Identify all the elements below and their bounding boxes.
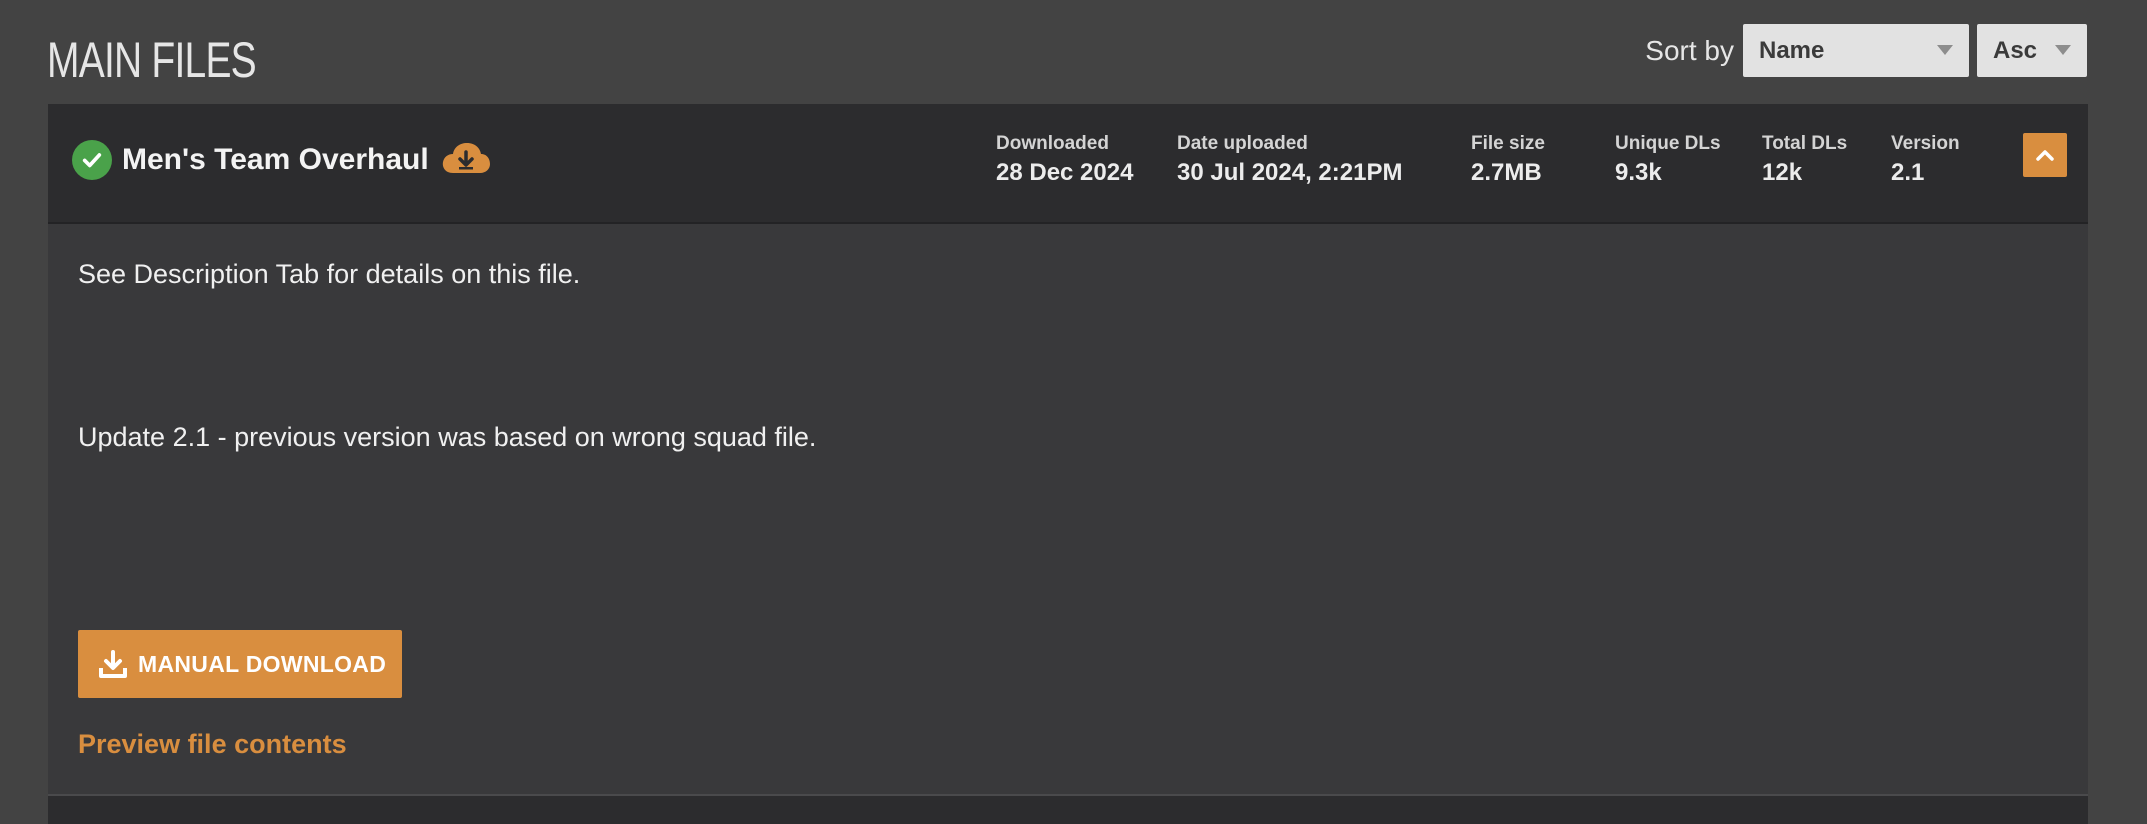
cloud-download-icon bbox=[441, 141, 491, 180]
manual-download-button[interactable]: MANUAL DOWNLOAD bbox=[78, 630, 402, 698]
collapse-button[interactable] bbox=[2023, 133, 2067, 177]
stat-file-size: File size 2.7MB bbox=[1471, 132, 1545, 190]
stat-value: 28 Dec 2024 bbox=[996, 159, 1134, 186]
stat-value: 2.1 bbox=[1891, 159, 1925, 186]
manual-download-label: MANUAL DOWNLOAD bbox=[138, 650, 387, 677]
chevron-up-icon bbox=[2036, 150, 2054, 161]
stat-label: Date uploaded bbox=[1177, 133, 1308, 154]
stat-downloaded: Downloaded 28 Dec 2024 bbox=[996, 132, 1133, 190]
stat-label: Version bbox=[1891, 133, 1960, 154]
stat-value: 12k bbox=[1762, 159, 1803, 186]
sort-direction-select[interactable]: Asc bbox=[1977, 24, 2087, 77]
stat-label: Unique DLs bbox=[1615, 133, 1721, 154]
sort-label: Sort by bbox=[1645, 34, 1734, 66]
stat-date-uploaded: Date uploaded 30 Jul 2024, 2:21PM bbox=[1177, 132, 1402, 190]
sort-bar: Sort by Name Asc bbox=[1645, 24, 2087, 77]
check-circle-icon bbox=[72, 140, 112, 180]
stat-unique-dls: Unique DLs 9.3k bbox=[1615, 132, 1721, 190]
stat-version: Version 2.1 bbox=[1891, 132, 1960, 190]
chevron-down-icon bbox=[2055, 45, 2071, 55]
stat-label: Total DLs bbox=[1762, 133, 1848, 154]
sort-direction-value: Asc bbox=[1993, 36, 2038, 64]
stat-label: File size bbox=[1471, 133, 1545, 154]
section-title: MAIN FILES bbox=[47, 32, 257, 88]
download-icon bbox=[99, 650, 127, 678]
stat-value: 30 Jul 2024, 2:21PM bbox=[1177, 159, 1403, 186]
file-title: Men's Team Overhaul bbox=[122, 143, 429, 176]
file-card: Men's Team Overhaul Downloaded 28 Dec 20… bbox=[48, 104, 2088, 824]
file-title-group: Men's Team Overhaul bbox=[72, 140, 491, 180]
file-description-line: Update 2.1 - previous version was based … bbox=[78, 422, 817, 452]
stat-label: Downloaded bbox=[996, 133, 1109, 154]
file-description-line: See Description Tab for details on this … bbox=[78, 259, 581, 289]
stat-value: 9.3k bbox=[1615, 159, 1662, 186]
file-header[interactable]: Men's Team Overhaul Downloaded 28 Dec 20… bbox=[48, 104, 2088, 224]
preview-file-contents-link[interactable]: Preview file contents bbox=[78, 729, 347, 760]
sort-field-value: Name bbox=[1759, 36, 1825, 64]
stat-value: 2.7MB bbox=[1471, 159, 1542, 186]
sort-field-select[interactable]: Name bbox=[1743, 24, 1969, 77]
chevron-down-icon bbox=[1937, 45, 1953, 55]
files-page: MAIN FILES Sort by Name Asc Men's Team O… bbox=[0, 0, 2147, 824]
next-file-header bbox=[48, 794, 2088, 824]
stat-total-dls: Total DLs 12k bbox=[1762, 132, 1847, 190]
